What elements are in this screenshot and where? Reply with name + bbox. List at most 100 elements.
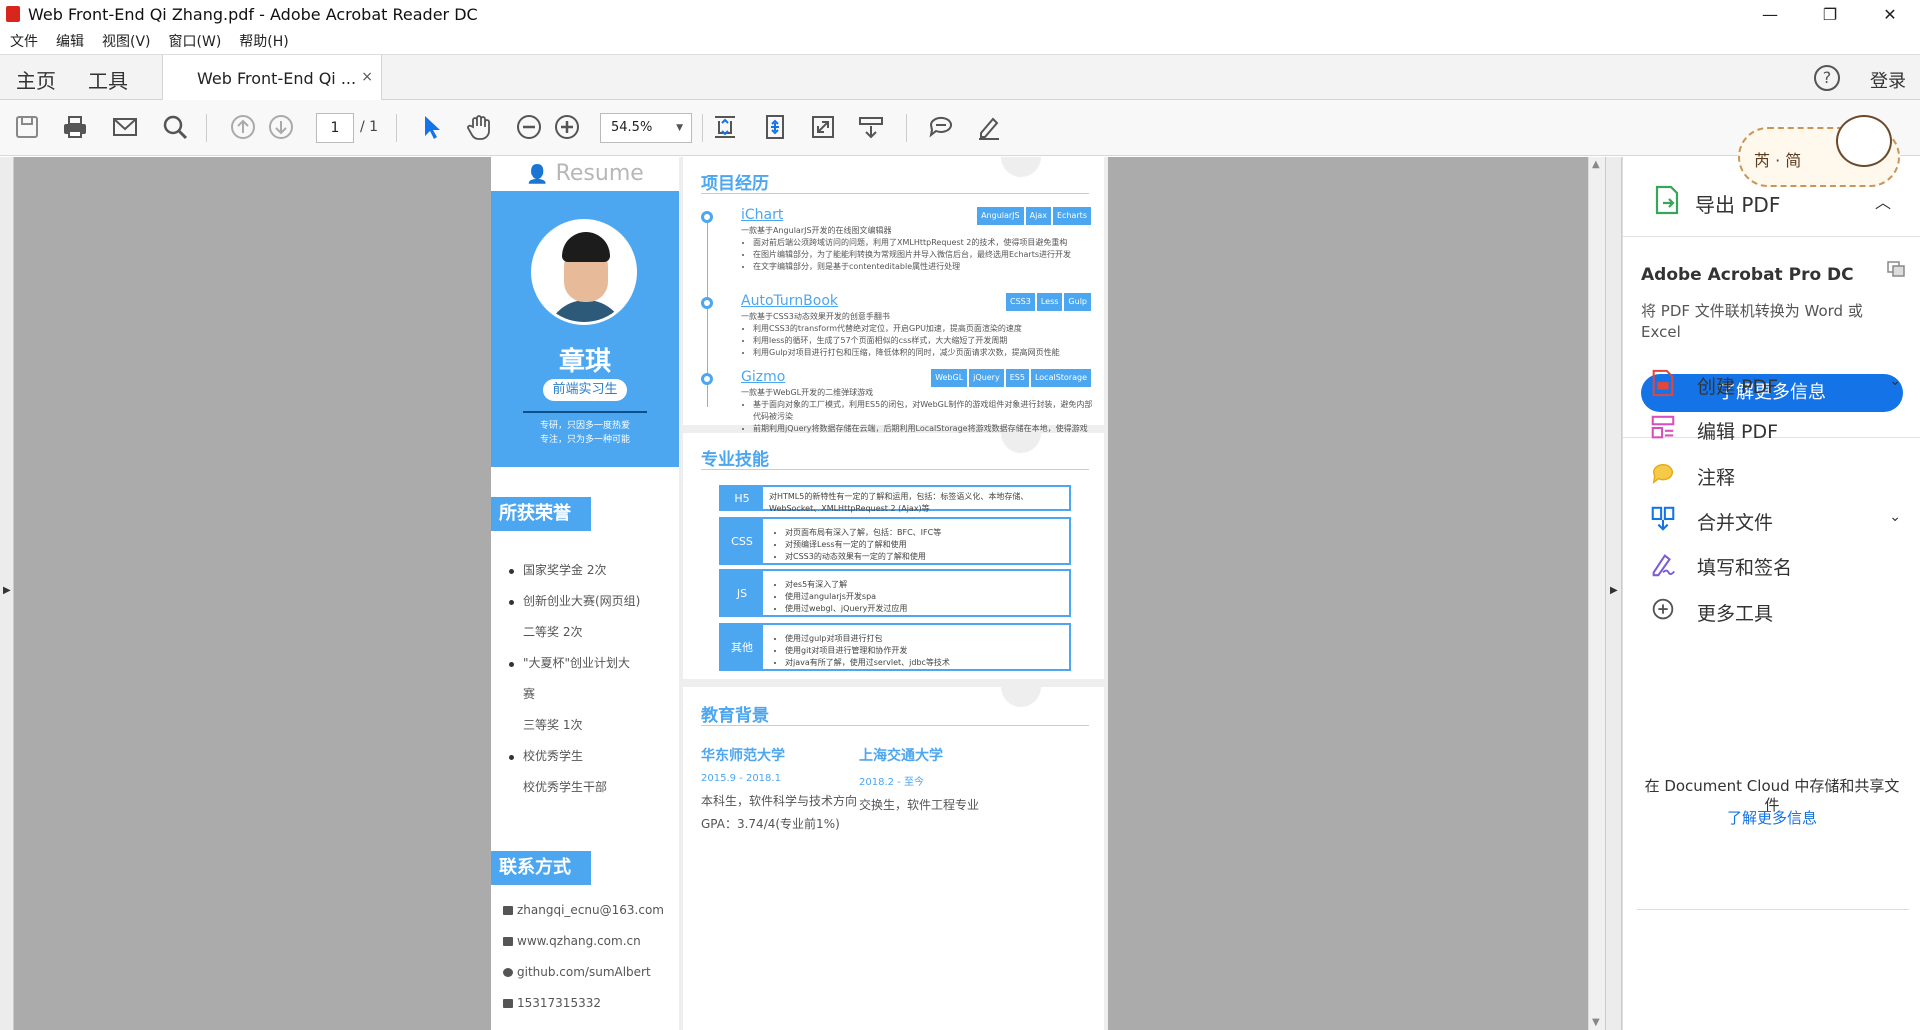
menu-file[interactable]: 文件 <box>10 31 38 51</box>
chevron-down-icon[interactable]: ⌄ <box>1889 373 1901 389</box>
help-icon[interactable]: ? <box>1814 65 1840 91</box>
tech-tag: jQuery <box>969 369 1004 387</box>
login-button[interactable]: 登录 <box>1870 67 1906 93</box>
edit-pdf-tool[interactable]: 编辑 PDF <box>1649 414 1909 444</box>
pdf-page[interactable]: 👤 Resume 章琪 前端实习生 专研，只因多一度热爱 专注，只为多一种可能 … <box>491 157 1108 1030</box>
honor-item: 二等奖 2次 <box>523 625 583 639</box>
divider <box>1637 909 1909 910</box>
resume-header-text: Resume <box>555 161 644 186</box>
maximize-button[interactable]: ❐ <box>1800 0 1860 28</box>
project-name-link[interactable]: Gizmo <box>741 369 785 385</box>
tool-label: 创建 PDF <box>1697 376 1779 398</box>
comment-icon[interactable] <box>926 112 956 142</box>
project-detail-item: 利用Gulp对项目进行打包和压缩，降低体积的同时，减少页面请求次数，提高网页性能 <box>753 347 1093 359</box>
tab-document[interactable]: Web Front-End Qi ... × <box>162 55 382 101</box>
export-pdf-label: 导出 PDF <box>1695 193 1781 217</box>
fill-sign-icon <box>1652 554 1675 577</box>
pro-description: 将 PDF 文件联机转换为 Word 或 Excel <box>1641 302 1863 341</box>
skill-items: 对es5有深入了解使用过angularjs开发spa使用过webgl、jQuer… <box>785 579 1065 615</box>
avatar <box>531 219 637 325</box>
school-name: 华东师范大学 <box>701 748 785 764</box>
toolbar-separator <box>702 114 703 142</box>
timeline-dot <box>701 373 713 385</box>
project-name-link[interactable]: iChart <box>741 207 783 223</box>
project-detail-item: 在文字编辑部分，则是基于contenteditable属性进行处理 <box>753 261 1093 273</box>
vertical-scrollbar[interactable]: ▲ ▼ <box>1588 157 1605 1030</box>
phone-icon <box>503 999 513 1008</box>
toolbar-separator <box>206 114 207 142</box>
cloud-learn-more-link[interactable]: 了解更多信息 <box>1641 807 1903 828</box>
close-button[interactable]: ✕ <box>1860 0 1920 28</box>
export-pdf-icon <box>1655 185 1679 215</box>
zoom-out-icon[interactable] <box>514 112 544 142</box>
right-panel-toggle[interactable]: ▶ <box>1605 157 1622 1030</box>
sticker-face <box>1836 115 1892 167</box>
projects-title: 项目经历 <box>701 174 769 194</box>
rotate-view-icon[interactable] <box>760 112 790 142</box>
scrolling-mode-icon[interactable] <box>856 112 886 142</box>
combine-files-tool[interactable]: 合并文件 ⌄ <box>1649 505 1909 535</box>
contact-email: zhangqi_ecnu@163.com <box>503 895 673 926</box>
fit-page-icon[interactable] <box>710 112 740 142</box>
contact-github: github.com/sumAlbert <box>503 957 673 988</box>
chevron-down-icon[interactable]: ⌄ <box>1889 509 1901 525</box>
title-bar: Web Front-End Qi Zhang.pdf - Adobe Acrob… <box>0 0 1920 28</box>
pro-title: Adobe Acrobat Pro DC <box>1641 265 1854 285</box>
tab-tools[interactable]: 工具 <box>88 65 128 94</box>
comment-tool[interactable]: 注释 <box>1649 460 1909 490</box>
project-summary: 一款基于CSS3动态效果开发的创意手翻书 <box>741 312 890 321</box>
fill-sign-tool[interactable]: 填写和签名 <box>1649 550 1909 580</box>
create-pdf-tool[interactable]: 创建 PDF ⌄ <box>1649 369 1909 399</box>
tab-close-icon[interactable]: × <box>361 69 373 85</box>
card-notch <box>1001 157 1041 177</box>
project-detail-item: 基于面向对象的工厂模式，利用ES5的闭包，对WebGL制作的游戏组件对象进行封装… <box>753 399 1093 423</box>
menu-view[interactable]: 视图(V) <box>102 31 151 51</box>
project-name-link[interactable]: AutoTurnBook <box>741 293 838 309</box>
project-summary: 一款基于AngularJS开发的在线图文编辑器 <box>741 226 892 235</box>
highlight-pen-icon[interactable] <box>974 112 1004 142</box>
next-page-icon[interactable] <box>266 112 296 142</box>
search-icon[interactable] <box>160 112 190 142</box>
full-screen-icon[interactable] <box>808 112 838 142</box>
print-icon[interactable] <box>60 112 90 142</box>
project-details: 利用CSS3的transform代替绝对定位，开启GPU加速，提高页面渲染的速度… <box>753 323 1093 359</box>
zoom-in-icon[interactable] <box>552 112 582 142</box>
edit-pdf-icon <box>1651 415 1675 439</box>
left-panel-toggle[interactable]: ▶ <box>0 157 14 1030</box>
divider <box>701 193 1089 194</box>
scroll-down-icon[interactable]: ▼ <box>1592 1017 1600 1028</box>
save-icon[interactable] <box>12 112 42 142</box>
page-total: / 1 <box>360 119 379 135</box>
skill-item: 使用过angularjs开发spa <box>785 591 1065 603</box>
profile-card: 章琪 前端实习生 专研，只因多一度热爱 专注，只为多一种可能 <box>491 191 679 467</box>
honor-item: "大夏杯"创业计划大 <box>507 648 677 679</box>
select-cursor-icon[interactable] <box>416 112 446 142</box>
chevron-up-icon[interactable]: ︿ <box>1875 189 1891 213</box>
menu-window[interactable]: 窗口(W) <box>169 31 222 51</box>
tool-label: 更多工具 <box>1697 603 1774 625</box>
tab-home[interactable]: 主页 <box>16 65 56 94</box>
tool-label: 编辑 PDF <box>1697 421 1779 443</box>
education-card: 教育背景 华东师范大学 2015.9 - 2018.1 本科生，软件科学与技术方… <box>683 687 1104 1030</box>
acrobat-icon <box>6 6 20 22</box>
project-entry: AutoTurnBook CSS3 Less Gulp 一款基于CSS3动态效果开发的创… <box>701 293 1091 373</box>
page-number-input[interactable]: 1 <box>316 113 354 143</box>
menu-help[interactable]: 帮助(H) <box>239 31 288 51</box>
skill-item: 对页面布局有深入了解，包括：BFC、IFC等 <box>785 527 1065 539</box>
toolbar-separator <box>906 114 907 142</box>
honor-item: 国家奖学金 2次 <box>507 555 677 586</box>
skills-title: 专业技能 <box>701 450 769 470</box>
hand-tool-icon[interactable] <box>464 112 494 142</box>
skill-key: H5 <box>721 487 763 509</box>
previous-page-icon[interactable] <box>228 112 258 142</box>
zoom-select[interactable]: 54.5% ▼ <box>600 113 692 143</box>
minimize-button[interactable]: — <box>1740 0 1800 28</box>
divider <box>701 725 1089 726</box>
more-tools-tool[interactable]: 更多工具 <box>1649 596 1909 626</box>
profile-role: 前端实习生 <box>543 379 627 401</box>
honor-item: 赛 <box>523 687 536 701</box>
menu-edit[interactable]: 编辑 <box>56 31 84 51</box>
divider <box>701 469 1089 470</box>
scroll-up-icon[interactable]: ▲ <box>1592 159 1600 170</box>
email-icon[interactable] <box>110 112 140 142</box>
